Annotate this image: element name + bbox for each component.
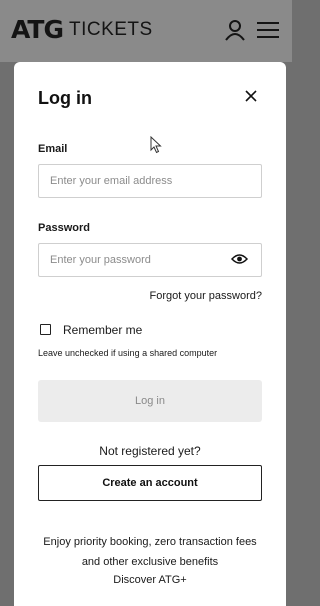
email-field[interactable] (38, 164, 262, 198)
atg-tickets-logo[interactable]: ATG TICKETS (11, 17, 153, 43)
remember-me-checkbox[interactable] (40, 324, 51, 335)
remember-me-helper: Leave unchecked if using a shared comput… (38, 348, 218, 358)
password-label: Password (38, 222, 90, 234)
logo-mark: ATG (11, 15, 64, 44)
remember-me-label[interactable]: Remember me (63, 323, 142, 337)
modal-title: Log in (38, 88, 92, 108)
not-registered-text: Not registered yet? (99, 444, 201, 458)
close-icon[interactable] (245, 90, 257, 102)
mouse-cursor-icon (150, 136, 162, 154)
login-modal: Log in Email Password Forgot your passwo… (14, 62, 286, 606)
password-field[interactable] (38, 243, 262, 277)
eye-icon[interactable] (231, 253, 248, 265)
login-button[interactable]: Log in (38, 380, 262, 422)
discover-atg-plus-link[interactable]: Discover ATG+ (38, 574, 262, 586)
hamburger-menu-icon[interactable] (257, 21, 279, 39)
promo-text: Enjoy priority booking, zero transaction… (43, 536, 257, 568)
user-icon[interactable] (224, 19, 246, 41)
email-label: Email (38, 143, 68, 155)
site-header: ATG TICKETS (0, 0, 292, 62)
create-account-button[interactable]: Create an account (38, 465, 262, 501)
forgot-password-link[interactable]: Forgot your password? (150, 290, 263, 302)
logo-text: TICKETS (68, 19, 153, 40)
